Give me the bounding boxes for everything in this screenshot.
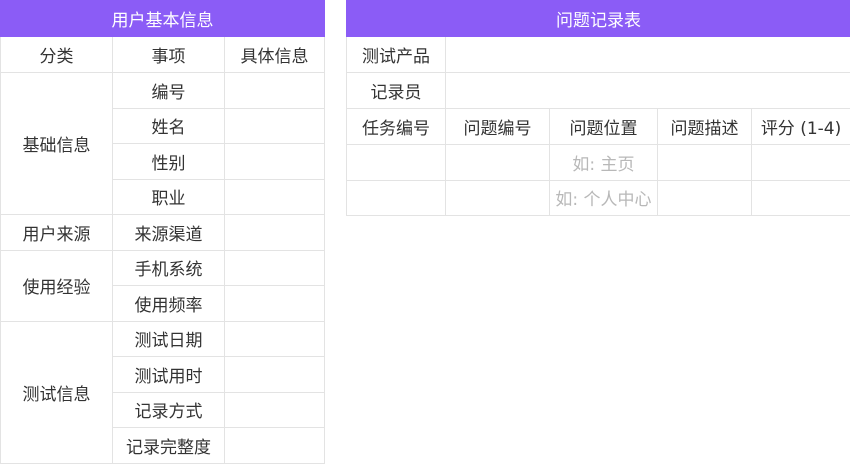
issue-description-cell[interactable] <box>658 180 752 216</box>
issue-id-cell[interactable] <box>446 145 550 181</box>
issue-id-cell[interactable] <box>446 180 550 216</box>
product-value-cell[interactable] <box>446 37 850 73</box>
detail-cell[interactable] <box>225 428 325 464</box>
detail-cell[interactable] <box>225 215 325 251</box>
item-phone-os: 手机系统 <box>113 250 225 286</box>
item-id: 编号 <box>113 73 225 109</box>
score-cell[interactable] <box>752 145 850 181</box>
detail-cell[interactable] <box>225 321 325 357</box>
category-basic-info: 基础信息 <box>1 73 113 215</box>
item-test-date: 测试日期 <box>113 321 225 357</box>
category-test-info: 测试信息 <box>1 321 113 463</box>
issue-record-title: 问题记录表 <box>347 1 850 37</box>
header-item: 事项 <box>113 37 225 73</box>
header-issue-description: 问题描述 <box>658 109 752 145</box>
header-task-id: 任务编号 <box>347 109 446 145</box>
user-info-table: 用户基本信息 分类 事项 具体信息 基础信息 编号 姓名 性别 职业 用户来源 … <box>0 0 325 464</box>
recorder-label: 记录员 <box>347 73 446 109</box>
header-score: 评分 (1-4) <box>752 109 850 145</box>
product-label: 测试产品 <box>347 37 446 73</box>
item-source-channel: 来源渠道 <box>113 215 225 251</box>
item-test-duration: 测试用时 <box>113 357 225 393</box>
category-user-source: 用户来源 <box>1 215 113 251</box>
category-experience: 使用经验 <box>1 250 113 321</box>
header-category: 分类 <box>1 37 113 73</box>
item-name: 姓名 <box>113 108 225 144</box>
item-usage-frequency: 使用频率 <box>113 286 225 322</box>
issue-record-table: 问题记录表 测试产品 记录员 任务编号 问题编号 问题位置 问题描述 评分 (1… <box>346 0 850 216</box>
score-cell[interactable] <box>752 180 850 216</box>
task-id-cell[interactable] <box>347 180 446 216</box>
item-occupation: 职业 <box>113 179 225 215</box>
issue-description-cell[interactable] <box>658 145 752 181</box>
header-issue-id: 问题编号 <box>446 109 550 145</box>
detail-cell[interactable] <box>225 73 325 109</box>
detail-cell[interactable] <box>225 108 325 144</box>
detail-cell[interactable] <box>225 144 325 180</box>
detail-cell[interactable] <box>225 250 325 286</box>
item-record-method: 记录方式 <box>113 392 225 428</box>
issue-location-cell[interactable]: 如: 个人中心 <box>550 180 658 216</box>
task-id-cell[interactable] <box>347 145 446 181</box>
header-issue-location: 问题位置 <box>550 109 658 145</box>
detail-cell[interactable] <box>225 357 325 393</box>
issue-location-cell[interactable]: 如: 主页 <box>550 145 658 181</box>
user-info-title: 用户基本信息 <box>1 1 325 37</box>
item-record-completeness: 记录完整度 <box>113 428 225 464</box>
header-detail: 具体信息 <box>225 37 325 73</box>
recorder-value-cell[interactable] <box>446 73 850 109</box>
detail-cell[interactable] <box>225 179 325 215</box>
detail-cell[interactable] <box>225 392 325 428</box>
detail-cell[interactable] <box>225 286 325 322</box>
item-gender: 性别 <box>113 144 225 180</box>
